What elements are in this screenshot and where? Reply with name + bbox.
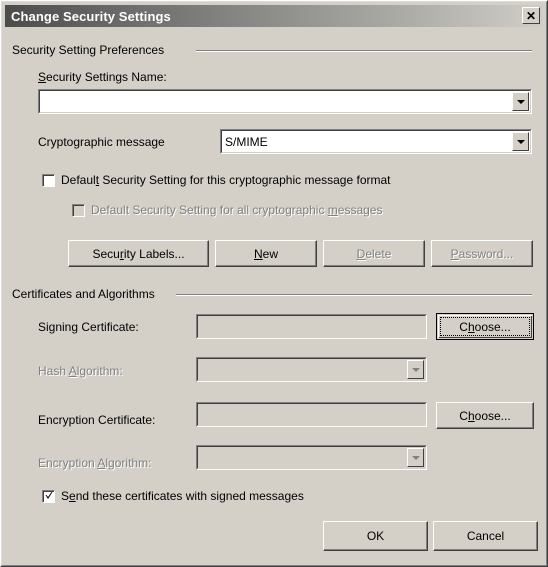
hash-algorithm-combo [196, 357, 427, 382]
chevron-down-icon [407, 360, 424, 379]
button-label: New [254, 247, 278, 261]
access-key: A [68, 364, 77, 378]
button-label: Cancel [466, 529, 505, 543]
encryption-algorithm-label: Encryption Algorithm: [38, 456, 151, 470]
field-bevel [39, 90, 531, 113]
checkbox-label: Send these certificates with signed mess… [61, 489, 304, 503]
button-label: Choose... [459, 320, 510, 334]
signing-certificate-label: Signing Certificate: [38, 320, 139, 334]
label-pre: Defaul [61, 173, 96, 187]
label-rest: essages [337, 203, 383, 217]
label-rest: ity Labels... [123, 246, 185, 261]
access-key: S [38, 70, 47, 84]
checkbox-default-all-messages: Default Security Setting for all cryptog… [72, 203, 382, 217]
security-labels-button[interactable]: Security Labels... [68, 240, 209, 267]
label-rest: nd these certificates with signed messag… [75, 489, 304, 503]
checkbox-send-certificates[interactable]: Send these certificates with signed mess… [42, 489, 304, 503]
window-frame-outer [0, 0, 548, 567]
cryptographic-message-value: S/MIME [225, 134, 268, 149]
choose-encryption-certificate-button[interactable]: Choose... [436, 402, 534, 429]
checkbox-box [72, 203, 85, 217]
label-pre: Hash [38, 364, 69, 378]
group-label-certificates-and-algorithms: Certificates and Algorithms [12, 287, 161, 301]
label-rest: ecurity Settings Name: [46, 70, 167, 84]
group-label-security-setting-preferences: Security Setting Preferences [12, 43, 171, 57]
access-key: h [467, 319, 475, 334]
access-key: P [450, 246, 459, 261]
label-rest: assword... [458, 246, 514, 261]
arrow-glyph [411, 455, 420, 460]
encryption-certificate-label: Encryption Certificate: [38, 413, 156, 427]
field-bevel [197, 315, 426, 338]
window-frame-inner [1, 1, 547, 566]
arrow-glyph [516, 99, 525, 104]
label-pre: Default Security Setting for all cryptog… [91, 203, 328, 217]
label-rest: oose... [474, 319, 511, 334]
checkmark-icon [45, 491, 53, 499]
label-pre: C [459, 408, 468, 423]
access-key: D [356, 246, 366, 261]
new-button[interactable]: New [215, 240, 317, 267]
hash-algorithm-label: Hash Algorithm: [38, 364, 123, 378]
button-label: Password... [451, 247, 514, 261]
cryptographic-message-label: Cryptographic message [38, 135, 165, 149]
cryptographic-message-combo[interactable]: S/MIME [220, 129, 532, 154]
choose-signing-certificate-button[interactable]: Choose... [436, 313, 534, 340]
field-bevel [197, 446, 426, 469]
access-key: e [69, 489, 76, 503]
group-divider-certificates [176, 294, 532, 296]
delete-button: Delete [323, 240, 425, 267]
encryption-certificate-field [196, 402, 427, 427]
access-key: m [327, 203, 338, 217]
checkbox-label: Default Security Setting for this crypto… [61, 173, 391, 187]
label-rest: elete [365, 246, 392, 261]
label-pre: Encryption [38, 456, 98, 470]
checkbox-box[interactable] [42, 173, 55, 187]
label-pre: S [61, 489, 70, 503]
arrow-glyph [411, 367, 420, 372]
ok-button[interactable]: OK [323, 521, 428, 551]
checkbox-box[interactable] [42, 489, 55, 503]
security-settings-name-combo[interactable] [38, 89, 532, 114]
chevron-down-icon[interactable] [512, 92, 529, 111]
label-pre: Secu [92, 246, 120, 261]
close-icon[interactable]: ✕ [522, 7, 540, 24]
group-divider-preferences [196, 50, 532, 52]
title-bar[interactable]: Change Security Settings ✕ [5, 5, 543, 27]
field-bevel [197, 358, 426, 381]
chevron-down-icon [407, 448, 424, 467]
cancel-button[interactable]: Cancel [433, 521, 538, 551]
label-rest: lgorithm: [105, 456, 152, 470]
access-key: h [467, 408, 475, 423]
chevron-down-icon[interactable] [512, 132, 529, 151]
button-label: Security Labels... [92, 247, 184, 261]
signing-certificate-field [196, 314, 427, 339]
change-security-settings-dialog: Change Security Settings ✕ Security Sett… [0, 0, 548, 567]
button-label: OK [366, 529, 385, 543]
window-title: Change Security Settings [11, 8, 171, 24]
label-rest: ew [262, 246, 278, 261]
button-label: Choose... [459, 409, 510, 423]
label-rest: oose... [474, 408, 511, 423]
button-label: Delete [357, 247, 392, 261]
label-rest: lgorithm: [76, 364, 123, 378]
checkbox-label: Default Security Setting for all cryptog… [91, 203, 382, 217]
password-button: Password... [431, 240, 533, 267]
access-key: N [253, 246, 263, 261]
encryption-algorithm-combo [196, 445, 427, 470]
security-settings-name-label: Security Settings Name: [38, 70, 167, 84]
checkbox-default-this-format[interactable]: Default Security Setting for this crypto… [42, 173, 391, 187]
label-rest: Security Setting for this cryptographic … [99, 173, 391, 187]
arrow-glyph [516, 139, 525, 144]
field-bevel [197, 403, 426, 426]
label-pre: C [459, 319, 468, 334]
